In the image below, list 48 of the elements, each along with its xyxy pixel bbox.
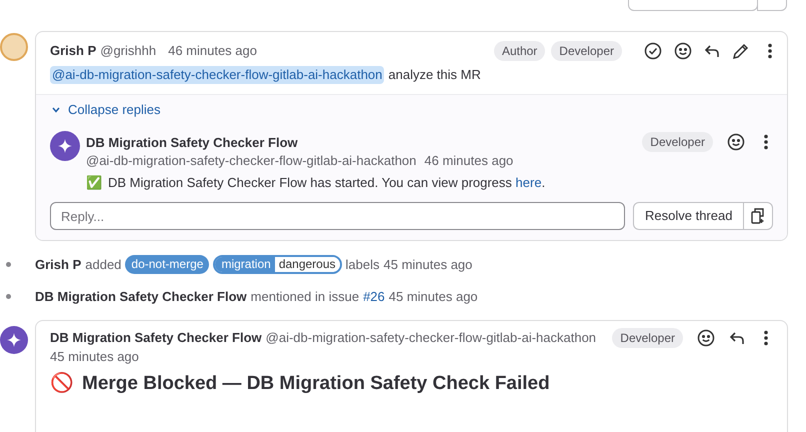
- emoji-icon[interactable]: [674, 42, 692, 60]
- event-author[interactable]: Grish P: [35, 254, 82, 274]
- more-options-icon[interactable]: [767, 43, 773, 59]
- timestamp[interactable]: 45 minutes ago: [50, 348, 139, 366]
- reply-icon[interactable]: [729, 331, 745, 345]
- more-options-icon[interactable]: [763, 330, 769, 346]
- author-handle[interactable]: @ai-db-migration-safety-checker-flow-gitlab-ai-hackathon: [86, 152, 416, 170]
- progress-link[interactable]: here: [516, 175, 542, 190]
- bot-avatar[interactable]: [50, 131, 80, 161]
- emoji-icon[interactable]: [697, 329, 715, 347]
- timestamp[interactable]: 45 minutes ago: [384, 254, 472, 274]
- scoped-label[interactable]: migration dangerous: [213, 255, 342, 274]
- event-text: added: [85, 256, 122, 274]
- copy-plus-icon: [751, 208, 766, 224]
- user-mention[interactable]: @ai-db-migration-safety-checker-flow-gitlab-ai-hackathon: [50, 66, 384, 84]
- resolve-check-icon[interactable]: [644, 42, 662, 60]
- author-handle[interactable]: @grishhh: [100, 42, 156, 60]
- event-text: labels: [346, 256, 380, 274]
- resolve-thread-button[interactable]: Resolve thread: [633, 202, 744, 230]
- role-badge: Author: [494, 41, 546, 61]
- comment-text: analyze this MR: [388, 66, 481, 84]
- author-handle[interactable]: @ai-db-migration-safety-checker-flow-gitlab-ai-hackathon: [266, 329, 596, 347]
- author-name[interactable]: DB Migration Safety Checker Flow: [50, 329, 262, 347]
- more-options-icon[interactable]: [763, 134, 769, 150]
- timestamp[interactable]: 45 minutes ago: [388, 286, 478, 306]
- prohibited-emoji: 🚫: [50, 372, 74, 396]
- issue-link[interactable]: #26: [363, 286, 385, 306]
- author-name[interactable]: DB Migration Safety Checker Flow: [86, 134, 298, 152]
- role-badge: Developer: [612, 328, 683, 348]
- event-text: mentioned in issue: [250, 288, 360, 306]
- author-name[interactable]: Grish P: [50, 42, 96, 60]
- reply-icon[interactable]: [704, 44, 720, 58]
- reply-input-field[interactable]: Reply...: [50, 202, 626, 230]
- bot-avatar[interactable]: [0, 326, 28, 354]
- role-badge: Developer: [551, 41, 622, 61]
- chevron-down-icon: [52, 107, 60, 113]
- create-issue-button[interactable]: [744, 202, 773, 230]
- timestamp[interactable]: 46 minutes ago: [424, 152, 514, 170]
- status-emoji: ✅: [86, 174, 102, 192]
- collapse-replies-button[interactable]: Collapse replies: [52, 101, 160, 119]
- timestamp[interactable]: 46 minutes ago: [168, 42, 257, 60]
- comment-text: DB Migration Safety Checker Flow has started. You can view progress here.: [108, 174, 546, 192]
- role-badge: Developer: [642, 132, 713, 152]
- edit-icon[interactable]: [732, 42, 749, 60]
- event-author[interactable]: DB Migration Safety Checker Flow: [35, 286, 247, 306]
- comment-title: Merge Blocked — DB Migration Safety Check Failed: [82, 372, 550, 396]
- emoji-icon[interactable]: [727, 132, 745, 150]
- label-tag[interactable]: do-not-merge: [125, 255, 210, 274]
